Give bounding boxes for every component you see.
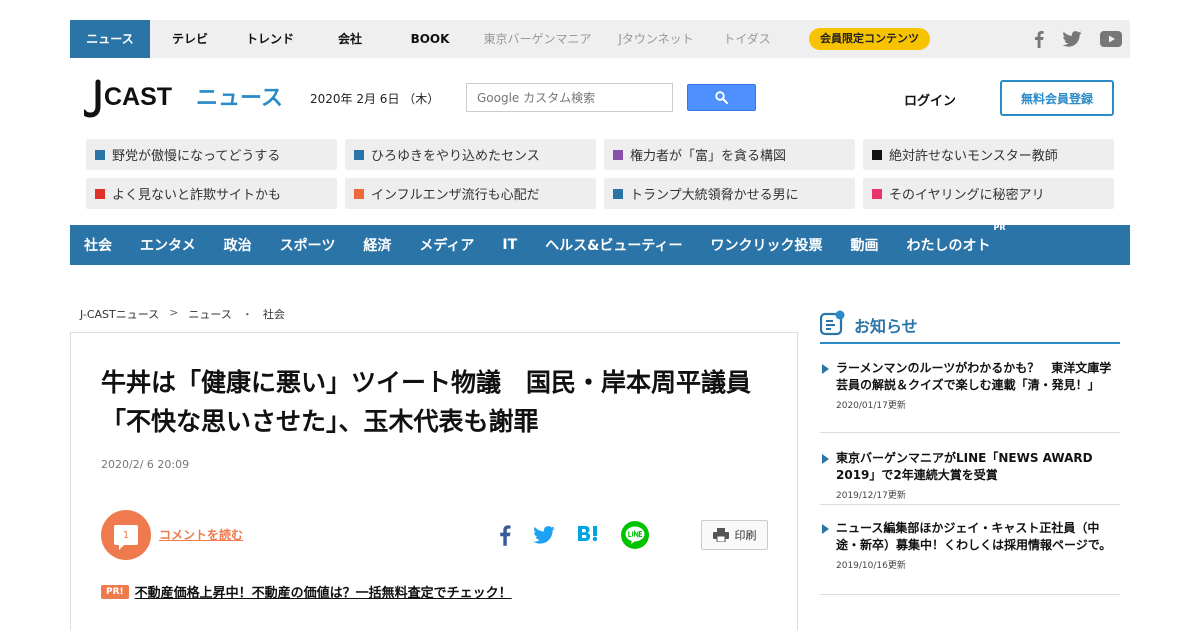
cat-entertainment[interactable]: エンタメ (140, 235, 196, 255)
login-link[interactable]: ログイン (904, 90, 956, 109)
pr-ad-badge: PR! (101, 584, 129, 599)
social-links (1034, 20, 1122, 58)
topic-item[interactable]: 権力者が「富」を貪る構図 (604, 139, 855, 170)
pr-ad-link[interactable]: 不動産価格上昇中！不動産の価値は？一括無料査定でチェック！ (135, 582, 512, 601)
notice-item[interactable]: ニュース編集部ほかジェイ・キャスト正社員（中途・新卒）募集中！くわしくは採用情報… (820, 520, 1120, 595)
topic-item[interactable]: インフルエンザ流行も心配だ (345, 178, 596, 209)
topic-marker (95, 149, 105, 160)
topic-marker (872, 188, 882, 199)
youtube-icon[interactable] (1100, 31, 1122, 47)
cat-society[interactable]: 社会 (84, 235, 112, 255)
notice-item-text: ラーメンマンのルーツがわかるかも？ 東洋文庫学芸員の解説＆クイズで楽しむ連載「清… (822, 360, 1120, 394)
comment-count: 1 (114, 525, 138, 550)
notice-item-updated: 2019/10/16更新 (836, 561, 906, 571)
breadcrumb-home[interactable]: J-CASTニュース (80, 306, 159, 322)
topic-item[interactable]: そのイヤリングに秘密アリ (863, 178, 1114, 209)
notice-item-text: 東京バーゲンマニアがLINE「NEWS AWARD 2019」で2年連続大賞を受… (822, 450, 1120, 484)
twitter-share-icon[interactable] (533, 526, 555, 548)
topnav-item-news[interactable]: ニュース (70, 20, 150, 58)
notice-title: お知らせ (854, 317, 918, 336)
comment-bubble[interactable]: 1 (101, 510, 151, 560)
twitter-icon[interactable] (1062, 31, 1082, 47)
topic-item[interactable]: よく見ないと詐欺サイトかも (86, 178, 337, 209)
topic-item[interactable]: 野党が傲慢になってどうする (86, 139, 337, 170)
article-card: 牛丼は「健康に悪い」ツイート物議 国民・岸本周平議員「不快な思いさせた」、玉木代… (70, 332, 798, 630)
article-date: 2020/2/ 6 20:09 (101, 458, 190, 471)
topic-marker (872, 149, 882, 160)
topic-item[interactable]: 絶対許せないモンスター教師 (863, 139, 1114, 170)
facebook-icon[interactable] (1034, 30, 1044, 48)
breadcrumb-society[interactable]: 社会 (263, 306, 285, 322)
category-navigation: 社会 エンタメ 政治 スポーツ 経済 メディア IT ヘルス&ビューティー ワン… (70, 223, 1130, 265)
topic-marker (613, 149, 623, 160)
notice-item[interactable]: ラーメンマンのルーツがわかるかも？ 東洋文庫学芸員の解説＆クイズで楽しむ連載「清… (820, 360, 1120, 433)
topic-marker (354, 188, 364, 199)
print-button[interactable]: 印刷 (701, 520, 768, 550)
line-share-icon[interactable] (621, 521, 649, 553)
read-comments-link[interactable]: コメントを読む (159, 526, 243, 543)
search-input[interactable] (467, 84, 672, 111)
cat-media[interactable]: メディア (419, 235, 474, 255)
notice-item-text: ニュース編集部ほかジェイ・キャスト正社員（中途・新卒）募集中！くわしくは採用情報… (822, 520, 1120, 554)
cat-video[interactable]: 動画 (851, 235, 879, 255)
cat-watashi-no-oto[interactable]: わたしのオト PR (906, 223, 1006, 255)
topnav-item-trend[interactable]: トレンド (230, 20, 310, 58)
cat-health-beauty[interactable]: ヘルス&ビューティー (545, 235, 682, 255)
notice-header: お知らせ (820, 310, 1120, 344)
search-icon (715, 91, 728, 104)
jcast-news-logo[interactable]: CAST ニュース (81, 78, 284, 122)
notice-icon (820, 310, 845, 336)
topic-marker (95, 188, 105, 199)
notice-item-updated: 2020/01/17更新 (836, 401, 906, 411)
notice-item[interactable]: 東京バーゲンマニアがLINE「NEWS AWARD 2019」で2年連続大賞を受… (820, 450, 1120, 505)
top-navigation: ニュース テレビ トレンド 会社 BOOK 東京バーゲンマニア Jタウンネット … (70, 20, 1130, 58)
cat-economy[interactable]: 経済 (363, 235, 391, 255)
cat-watashi-label: わたしのオト (906, 238, 991, 254)
article-title: 牛丼は「健康に悪い」ツイート物議 国民・岸本周平議員「不快な思いさせた」、玉木代… (101, 368, 752, 436)
topic-marker (354, 149, 364, 160)
current-date: 2020年 2月 6日 （木） (310, 92, 440, 106)
breadcrumb-separator: > (169, 306, 179, 319)
breadcrumb-news[interactable]: ニュース (188, 306, 231, 322)
search-button[interactable] (687, 84, 756, 111)
print-label: 印刷 (734, 529, 757, 542)
share-buttons (499, 521, 649, 553)
printer-icon (712, 528, 729, 542)
breadcrumb-separator: ・ (241, 308, 253, 321)
notice-item-updated: 2019/12/17更新 (836, 491, 906, 501)
topnav-item-bargain-mania[interactable]: 東京バーゲンマニア (470, 20, 605, 58)
topnav-item-tv[interactable]: テレビ (150, 20, 230, 58)
topic-grid: 野党が傲慢になってどうする ひろゆきをやり込めたセンス 権力者が「富」を貪る構図… (86, 139, 1114, 209)
topic-item[interactable]: トランプ大統領脅かせる男に (604, 178, 855, 209)
topnav-item-jtown[interactable]: Jタウンネット (605, 20, 707, 58)
topnav-item-book[interactable]: BOOK (390, 20, 470, 58)
cat-it[interactable]: IT (502, 237, 517, 253)
topnav-item-toidas[interactable]: トイダス (707, 20, 787, 58)
facebook-share-icon[interactable] (499, 524, 511, 550)
breadcrumb: J-CASTニュース > ニュース ・ 社会 (80, 306, 285, 322)
register-button[interactable]: 無料会員登録 (1000, 80, 1114, 116)
pr-badge: PR (993, 223, 1006, 232)
topic-item[interactable]: ひろゆきをやり込めたセンス (345, 139, 596, 170)
logo-news-text: ニュース (196, 86, 283, 111)
topic-marker (613, 188, 623, 199)
cat-politics[interactable]: 政治 (224, 235, 252, 255)
topnav-item-company[interactable]: 会社 (310, 20, 390, 58)
cat-one-click-poll[interactable]: ワンクリック投票 (711, 235, 823, 255)
search-box[interactable] (466, 83, 673, 112)
pr-ad-line: PR! 不動産価格上昇中！不動産の価値は？一括無料査定でチェック！ (101, 582, 512, 601)
hatena-bookmark-icon[interactable] (577, 525, 599, 549)
member-content-pill[interactable]: 会員限定コンテンツ (809, 28, 930, 50)
cat-sports[interactable]: スポーツ (280, 235, 336, 255)
logo-cast-text: CAST (104, 83, 172, 111)
